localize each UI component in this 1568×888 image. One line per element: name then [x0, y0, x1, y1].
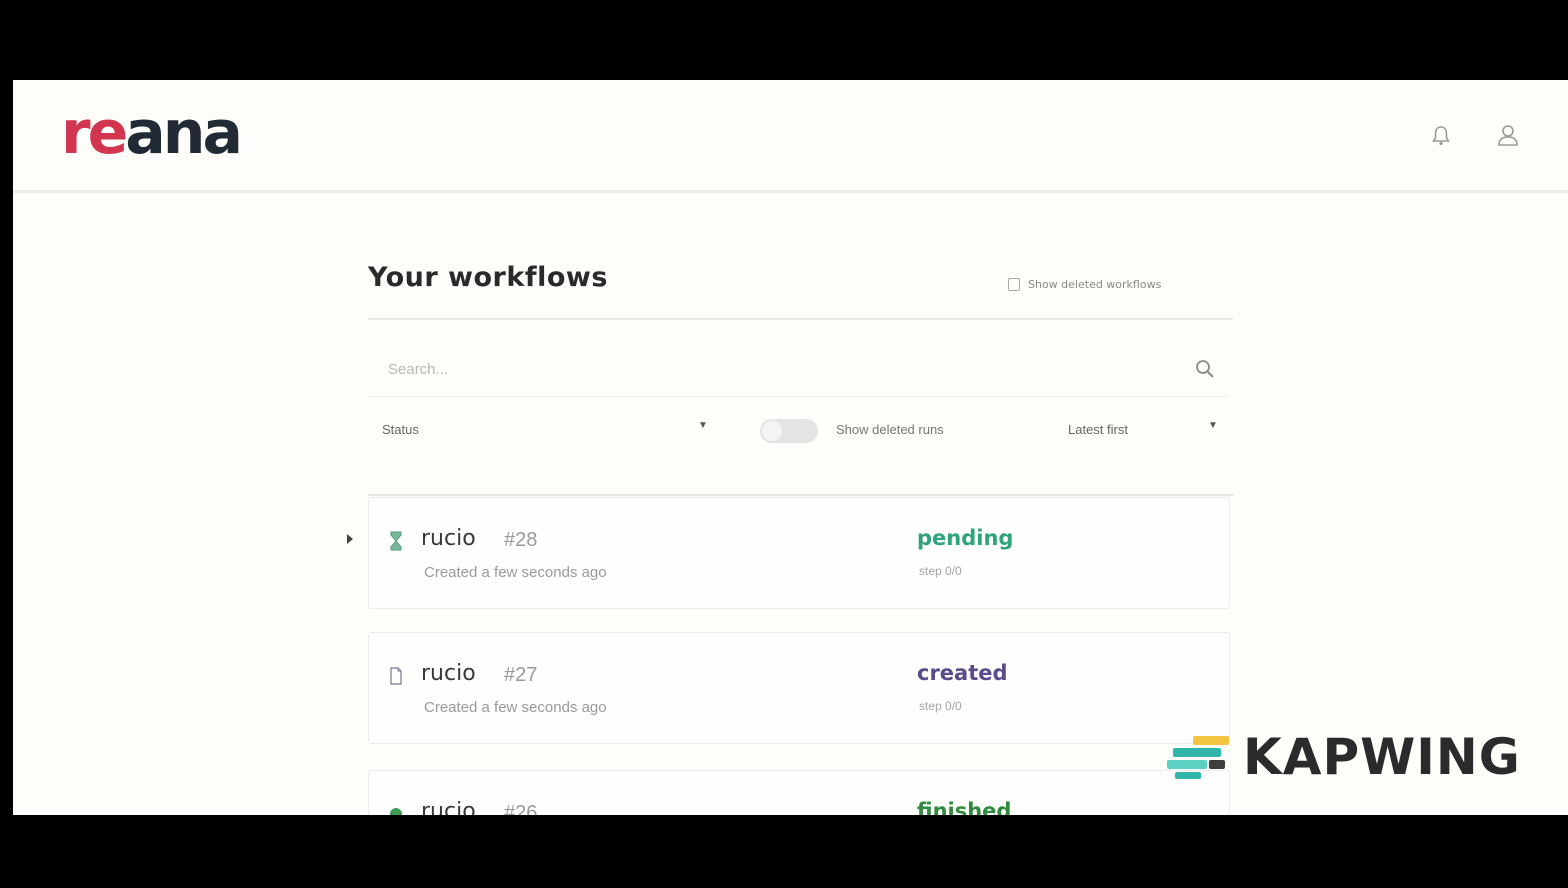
chevron-down-icon: ▼: [698, 420, 708, 431]
trash-icon: [1008, 278, 1020, 291]
workflow-row[interactable]: rucio #26 finished: [368, 770, 1230, 815]
show-deleted-workflows-link[interactable]: Show deleted workflows: [1008, 278, 1161, 291]
workflow-row[interactable]: rucio #28 Created a few seconds ago pend…: [347, 497, 1230, 609]
workflow-run-number: #28: [504, 529, 538, 551]
user-icon[interactable]: [1495, 122, 1521, 148]
workflow-name: rucio: [421, 799, 476, 815]
bell-icon[interactable]: [1428, 122, 1454, 148]
app-screen: reana Your workflows Show deleted workfl…: [13, 80, 1568, 815]
workflow-created-time: Created a few seconds ago: [424, 564, 607, 581]
expand-arrow-icon[interactable]: [347, 534, 353, 544]
show-deleted-runs-toggle[interactable]: [760, 419, 818, 443]
workflow-name: rucio: [421, 526, 476, 551]
show-deleted-workflows-label: Show deleted workflows: [1028, 278, 1162, 291]
status-filter-value: Status: [382, 422, 419, 437]
workflow-row[interactable]: rucio #27 Created a few seconds ago crea…: [368, 632, 1230, 744]
letterbox-bottom: [0, 815, 1568, 888]
workflow-status: created: [917, 661, 1008, 685]
workflow-step: step 0/0: [919, 699, 962, 713]
kapwing-logo-icon: [1167, 736, 1229, 779]
workflow-status: pending: [917, 526, 1014, 550]
filters-divider: [368, 494, 1233, 496]
workflow-status: finished: [917, 799, 1012, 815]
workflow-created-time: Created a few seconds ago: [424, 699, 607, 716]
workflow-step: step 0/0: [919, 564, 962, 578]
top-header: reana: [13, 80, 1568, 193]
page-title: Your workflows: [368, 262, 608, 293]
workflow-run-number: #26: [504, 802, 538, 815]
hourglass-icon: [390, 531, 402, 551]
toggle-knob: [762, 421, 782, 441]
workflow-name: rucio: [421, 661, 476, 686]
logo-re: re: [61, 98, 128, 168]
status-filter-select[interactable]: Status ▼: [368, 408, 718, 450]
kapwing-text: KAPWING: [1243, 728, 1521, 786]
sort-select[interactable]: Latest first ▼: [1058, 408, 1228, 450]
file-icon: [390, 667, 402, 685]
workflow-run-number: #27: [504, 664, 538, 686]
filters-row: Status ▼ Show deleted runs Latest first …: [368, 408, 1228, 452]
search-icon[interactable]: [1194, 358, 1216, 380]
logo-ana: ana: [125, 98, 243, 168]
search-input[interactable]: [386, 356, 1150, 382]
kapwing-watermark: KAPWING: [1165, 728, 1550, 786]
title-divider: [368, 318, 1233, 320]
chevron-down-icon: ▼: [1208, 420, 1218, 431]
sort-value: Latest first: [1068, 422, 1128, 437]
reana-logo[interactable]: reana: [61, 98, 243, 168]
check-circle-icon: [390, 808, 402, 815]
letterbox-left: [0, 80, 13, 815]
search-bar: [368, 340, 1228, 397]
letterbox-top: [0, 0, 1568, 80]
show-deleted-runs-label: Show deleted runs: [836, 422, 944, 437]
